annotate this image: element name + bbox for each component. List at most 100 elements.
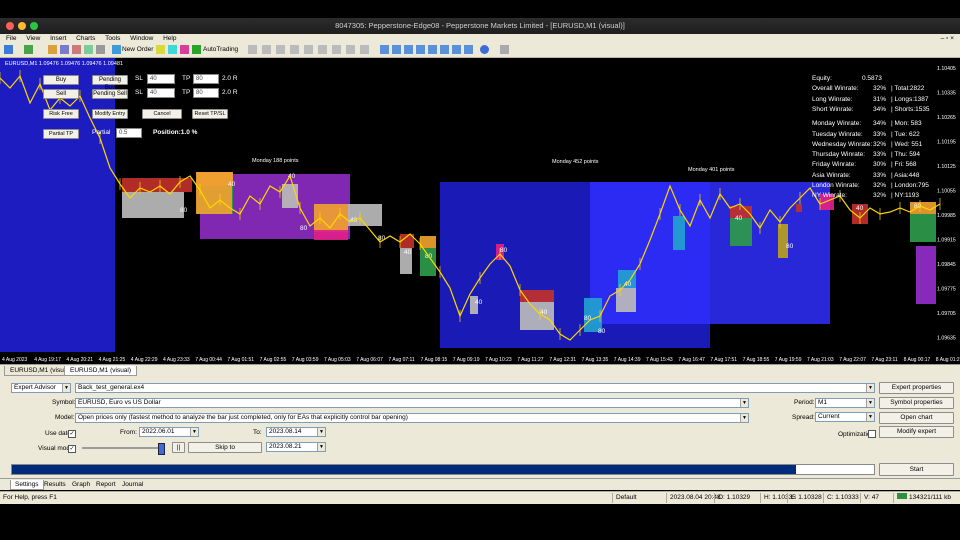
risk-free-button[interactable]: Risk Free — [43, 109, 79, 119]
status-traffic-value: 134321/111 kb — [909, 494, 952, 501]
period-mn-icon[interactable] — [360, 45, 369, 54]
autotrading-button[interactable]: AutoTrading — [203, 45, 238, 55]
price-chart[interactable]: 40 80 40 80 40 80 40 80 40 80 40 80 40 80 40 80 40 80 1.10… — [0, 58, 960, 364]
box-label: 40 — [475, 299, 483, 306]
period-select[interactable]: M1 ▼ — [815, 398, 875, 408]
terminal-icon[interactable] — [84, 45, 93, 54]
menu-insert[interactable]: Insert — [50, 35, 66, 42]
autoscroll-icon[interactable] — [428, 45, 437, 54]
symbol-select[interactable]: EURUSD, Euro vs US Dollar ▼ — [75, 398, 749, 408]
visual-mode-checkbox[interactable]: ✓ — [68, 445, 76, 453]
pause-button[interactable]: || — [172, 442, 185, 453]
cancel-pending-button[interactable]: Cancel Pending — [142, 109, 182, 125]
sl-buy-input[interactable]: 40 — [147, 74, 175, 84]
new-chart-icon[interactable] — [4, 45, 13, 54]
tp-buy-input[interactable]: 80 — [193, 74, 219, 84]
period-w1-icon[interactable] — [346, 45, 355, 54]
cursor-icon[interactable] — [500, 45, 509, 54]
expert-select[interactable]: Back_test_general.ex4 ▼ — [75, 383, 875, 393]
trade-box — [314, 230, 348, 240]
tp-sell-input[interactable]: 80 — [193, 88, 219, 98]
new-order-icon[interactable] — [112, 45, 121, 54]
autotrading-icon[interactable] — [192, 45, 201, 54]
market-watch-icon[interactable] — [48, 45, 57, 54]
templates-icon[interactable] — [464, 45, 473, 54]
tab-journal[interactable]: Journal — [118, 480, 147, 489]
skip-to-button[interactable]: Skip to — [188, 442, 262, 453]
start-button[interactable]: Start — [879, 463, 954, 476]
time-tick-label: 4 Aug 19:17 — [34, 357, 61, 363]
expert-properties-button[interactable]: Expert properties — [879, 382, 954, 394]
new-order-button[interactable]: New Order — [122, 45, 153, 55]
buy-button[interactable]: Buy — [43, 75, 79, 85]
model-select[interactable]: Open prices only (fastest method to anal… — [75, 413, 749, 423]
period-m30-icon[interactable] — [290, 45, 299, 54]
visual-speed-slider[interactable] — [82, 447, 164, 449]
window-controls[interactable]: – ▫ × — [941, 34, 954, 43]
menu-tools[interactable]: Tools — [105, 35, 120, 42]
zoom-in-icon[interactable] — [392, 45, 401, 54]
tester-type-select[interactable]: Expert Advisor ▼ — [11, 383, 71, 393]
tab-results[interactable]: Results — [40, 480, 70, 489]
tab-graph[interactable]: Graph — [68, 480, 94, 489]
metaeditor-icon[interactable] — [156, 45, 165, 54]
skip-to-date-input[interactable]: 2023.08.21 ▼ — [266, 442, 326, 452]
zoom-window-icon[interactable] — [30, 22, 38, 30]
clock-icon[interactable] — [480, 45, 489, 54]
chart-tab-2[interactable]: EURUSD,M1 (visual) — [64, 366, 138, 376]
symbol-properties-button[interactable]: Symbol properties — [879, 397, 954, 409]
spread-select[interactable]: Current ▼ — [815, 412, 875, 422]
period-h1-icon[interactable] — [304, 45, 313, 54]
zoom-out-icon[interactable] — [404, 45, 413, 54]
options-icon[interactable] — [168, 45, 177, 54]
menu-charts[interactable]: Charts — [76, 35, 95, 42]
history-icon[interactable] — [180, 45, 189, 54]
sell-button[interactable]: Sell — [43, 89, 79, 99]
navigator-icon[interactable] — [72, 45, 81, 54]
tile-windows-icon[interactable] — [416, 45, 425, 54]
session-annotation-3: Monday 401 points — [688, 167, 735, 173]
tab-settings[interactable]: Settings — [10, 480, 44, 490]
chevron-down-icon: ▼ — [740, 414, 748, 422]
stat-count: | Mon: 583 — [891, 120, 922, 128]
tab-report[interactable]: Report — [92, 480, 120, 489]
menu-help[interactable]: Help — [163, 35, 176, 42]
minimize-window-icon[interactable] — [18, 22, 26, 30]
profiles-icon[interactable] — [24, 45, 33, 54]
period-d1-icon[interactable] — [332, 45, 341, 54]
period-h4-icon[interactable] — [318, 45, 327, 54]
menu-view[interactable]: View — [26, 35, 40, 42]
pending-sell-button[interactable]: Pending Sell — [92, 89, 128, 99]
time-tick-label: 4 Aug 22:29 — [131, 357, 158, 363]
tester-type-value: Expert Advisor — [14, 384, 56, 391]
strategy-tester-icon[interactable] — [96, 45, 105, 54]
indicators-icon[interactable] — [452, 45, 461, 54]
optimization-checkbox[interactable] — [868, 430, 876, 438]
pending-buy-button[interactable]: Pending Buy — [92, 75, 128, 91]
modify-entry-button[interactable]: Modify Entry — [92, 109, 128, 119]
status-time: 2023.08.04 20:48 — [666, 493, 721, 503]
close-window-icon[interactable] — [6, 22, 14, 30]
menu-file[interactable]: File — [6, 35, 16, 42]
visual-speed-slider-handle[interactable] — [158, 443, 165, 455]
period-m1-icon[interactable] — [248, 45, 257, 54]
sl-sell-input[interactable]: 40 — [147, 88, 175, 98]
time-tick-label: 4 Aug 20:21 — [66, 357, 93, 363]
chart-shift-icon[interactable] — [440, 45, 449, 54]
modify-expert-button[interactable]: Modify expert — [879, 426, 954, 438]
from-date-input[interactable]: 2022.06.01 ▼ — [139, 427, 199, 437]
use-date-checkbox[interactable]: ✓ — [68, 430, 76, 438]
period-m5-icon[interactable] — [262, 45, 271, 54]
menu-window[interactable]: Window — [130, 35, 153, 42]
model-value: Open prices only (fastest method to anal… — [78, 414, 408, 421]
partial-tp-button[interactable]: Partial TP — [43, 129, 79, 139]
partial-input[interactable]: 0.5 — [116, 128, 142, 138]
open-chart-button[interactable]: Open chart — [879, 412, 954, 424]
to-date-input[interactable]: 2023.08.14 ▼ — [266, 427, 326, 437]
period-m15-icon[interactable] — [276, 45, 285, 54]
status-bar: For Help, press F1 Default 2023.08.04 20… — [0, 491, 960, 504]
reset-tpsl-button[interactable]: Reset TP/SL — [192, 109, 228, 119]
sl-buy-label: SL — [135, 75, 143, 82]
bar-chart-icon[interactable] — [380, 45, 389, 54]
data-window-icon[interactable] — [60, 45, 69, 54]
